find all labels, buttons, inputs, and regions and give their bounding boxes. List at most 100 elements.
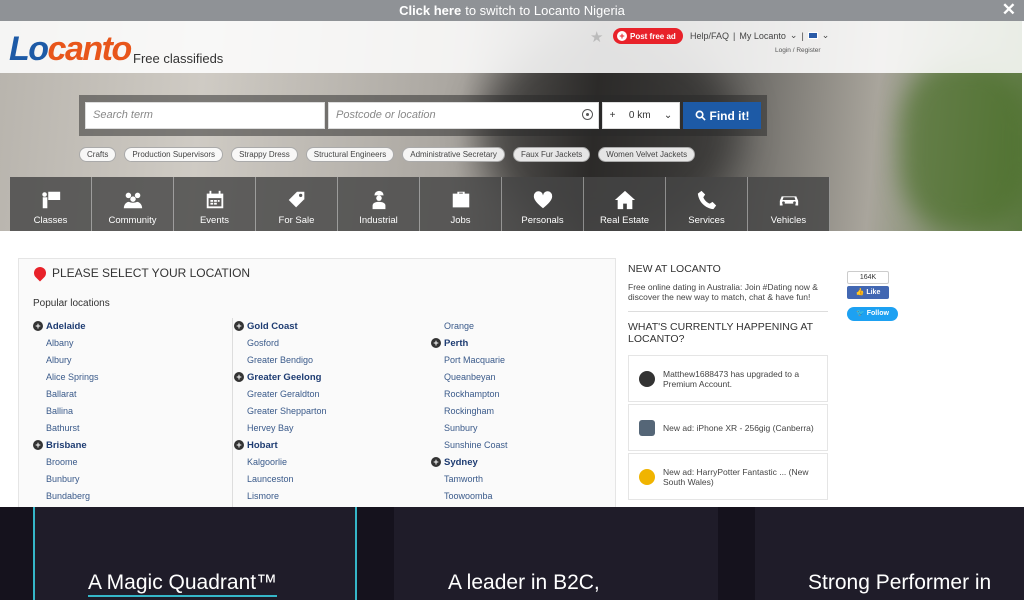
post-ad-button[interactable]: + Post free ad [613, 28, 683, 44]
location-link[interactable]: Toowoomba [431, 488, 611, 505]
location-link[interactable]: Lismore [234, 488, 412, 505]
tag-chip[interactable]: Women Velvet Jackets [598, 147, 696, 162]
location-link[interactable]: Queanbeyan [431, 369, 611, 386]
tag-chip[interactable]: Strappy Dress [231, 147, 298, 162]
chevron-down-icon: ⌄ [789, 30, 798, 40]
location-link[interactable]: Kalgoorlie [234, 454, 412, 471]
distance-select[interactable]: + 0 km ⌄ [602, 102, 680, 129]
location-link[interactable]: Rockingham [431, 403, 611, 420]
promo-card[interactable]: A Magic Quadrant™ [33, 507, 357, 600]
location-link[interactable]: Hervey Bay [234, 420, 412, 437]
new-at-locanto-title: NEW AT LOCANTO [628, 263, 721, 275]
tag-chip[interactable]: Production Supervisors [124, 147, 224, 162]
twitter-follow-button[interactable]: 🐦 Follow [847, 307, 898, 321]
search-bar: Search term Postcode or location + 0 km … [79, 95, 767, 136]
tag-chip[interactable]: Administrative Secretary [402, 147, 505, 162]
board-icon [41, 191, 60, 209]
location-panel-title: PLEASE SELECT YOUR LOCATION [31, 264, 250, 282]
location-link[interactable]: Port Macquarie [431, 352, 611, 369]
category-services[interactable]: Services [666, 177, 748, 231]
location-link[interactable]: Greater Shepparton [234, 403, 412, 420]
promo-banner: A Magic Quadrant™ A leader in B2C, Stron… [0, 507, 1024, 600]
category-vehicles[interactable]: Vehicles [748, 177, 830, 231]
login-register-link[interactable]: Login / Register [775, 47, 821, 54]
category-jobs[interactable]: Jobs [420, 177, 502, 231]
hero-section: Locanto Free classifieds ★ + Post free a… [0, 21, 1022, 231]
location-link[interactable]: Adelaide [33, 318, 213, 335]
location-link[interactable]: Sunbury [431, 420, 611, 437]
happening-title: WHAT'S CURRENTLY HAPPENING AT LOCANTO? [628, 321, 813, 345]
location-link[interactable]: Orange [431, 318, 611, 335]
heart-icon [533, 191, 552, 209]
category-personals[interactable]: Personals [502, 177, 584, 231]
location-link[interactable]: Bundaberg [33, 488, 213, 505]
location-link[interactable]: Launceston [234, 471, 412, 488]
location-column-2: Gold CoastGosfordGreater BendigoGreater … [232, 318, 412, 508]
country-switch-link[interactable]: Click here [399, 3, 461, 18]
chevron-down-icon: ⌄ [821, 30, 830, 40]
location-link[interactable]: Sunshine Coast [431, 437, 611, 454]
location-link[interactable]: Bunbury [33, 471, 213, 488]
location-link[interactable]: Rockhampton [431, 386, 611, 403]
location-input[interactable]: Postcode or location [328, 102, 599, 129]
category-nav: Classes Community Events For Sale Indust… [10, 177, 830, 231]
location-link[interactable]: Gosford [234, 335, 412, 352]
search-icon [695, 110, 706, 121]
location-link[interactable]: Bathurst [33, 420, 213, 437]
help-link[interactable]: Help/FAQ [690, 31, 729, 41]
category-community[interactable]: Community [92, 177, 174, 231]
my-locanto-link[interactable]: My Locanto [739, 31, 786, 41]
tag-chip[interactable]: Crafts [79, 147, 117, 162]
category-classes[interactable]: Classes [10, 177, 92, 231]
country-switch-bar[interactable]: Click here to switch to Locanto Nigeria … [0, 0, 1024, 21]
car-icon [779, 196, 798, 206]
location-link[interactable]: Perth [431, 335, 611, 352]
location-link[interactable]: Hobart [234, 437, 412, 454]
tag-chip[interactable]: Faux Fur Jackets [512, 147, 591, 162]
popular-tags: Crafts Production Supervisors Strappy Dr… [79, 147, 696, 162]
flag-icon[interactable] [807, 32, 818, 39]
category-for-sale[interactable]: For Sale [256, 177, 338, 231]
phone-ad-icon [639, 419, 655, 436]
activity-item[interactable]: New ad: iPhone XR - 256gig (Canberra) [628, 404, 828, 451]
location-link[interactable]: Greater Bendigo [234, 352, 412, 369]
location-link[interactable]: Greater Geraldton [234, 386, 412, 403]
promo-card[interactable]: A leader in B2C, [394, 507, 718, 600]
worker-icon [372, 190, 385, 210]
location-link[interactable]: Tamworth [431, 471, 611, 488]
location-link[interactable]: Broome [33, 454, 213, 471]
promo-card[interactable]: Strong Performer in [755, 507, 1024, 600]
close-icon[interactable]: ✕ [1002, 0, 1016, 19]
find-button[interactable]: Find it! [683, 102, 761, 129]
category-events[interactable]: Events [174, 177, 256, 231]
location-link[interactable]: Ballina [33, 403, 213, 420]
location-link[interactable]: Alice Springs [33, 369, 213, 386]
new-at-locanto-text[interactable]: Free online dating in Australia: Join #D… [628, 282, 828, 302]
location-column-3: OrangePerthPort MacquarieQueanbeyanRockh… [431, 318, 611, 505]
plus-icon: + [617, 31, 627, 41]
location-panel: PLEASE SELECT YOUR LOCATION Popular loca… [18, 258, 616, 510]
user-nav: Help/FAQ | My Locanto ⌄ | ⌄ [690, 30, 830, 41]
location-link[interactable]: Brisbane [33, 437, 213, 454]
tag-icon [288, 191, 304, 208]
chevron-down-icon: ⌄ [663, 110, 673, 121]
tagline: Free classifieds [133, 51, 224, 66]
activity-item[interactable]: New ad: HarryPotter Fantastic ... (New S… [628, 453, 828, 500]
location-link[interactable]: Albany [33, 335, 213, 352]
category-real-estate[interactable]: Real Estate [584, 177, 666, 231]
locanto-logo[interactable]: Locanto [9, 30, 132, 69]
search-term-input[interactable]: Search term [85, 102, 325, 129]
location-link[interactable]: Albury [33, 352, 213, 369]
tag-chip[interactable]: Structural Engineers [305, 147, 395, 162]
activity-item[interactable]: Matthew1688473 has upgraded to a Premium… [628, 355, 828, 402]
location-link[interactable]: Gold Coast [234, 318, 412, 335]
star-icon[interactable]: ★ [590, 28, 603, 46]
location-link[interactable]: Ballarat [33, 386, 213, 403]
locate-me-icon[interactable] [582, 109, 593, 120]
facebook-like-button[interactable]: 👍 Like [847, 286, 889, 299]
location-link[interactable]: Greater Geelong [234, 369, 412, 386]
category-industrial[interactable]: Industrial [338, 177, 420, 231]
location-link[interactable]: Sydney [431, 454, 611, 471]
premium-badge-icon [639, 370, 655, 387]
map-pin-icon [31, 264, 49, 282]
